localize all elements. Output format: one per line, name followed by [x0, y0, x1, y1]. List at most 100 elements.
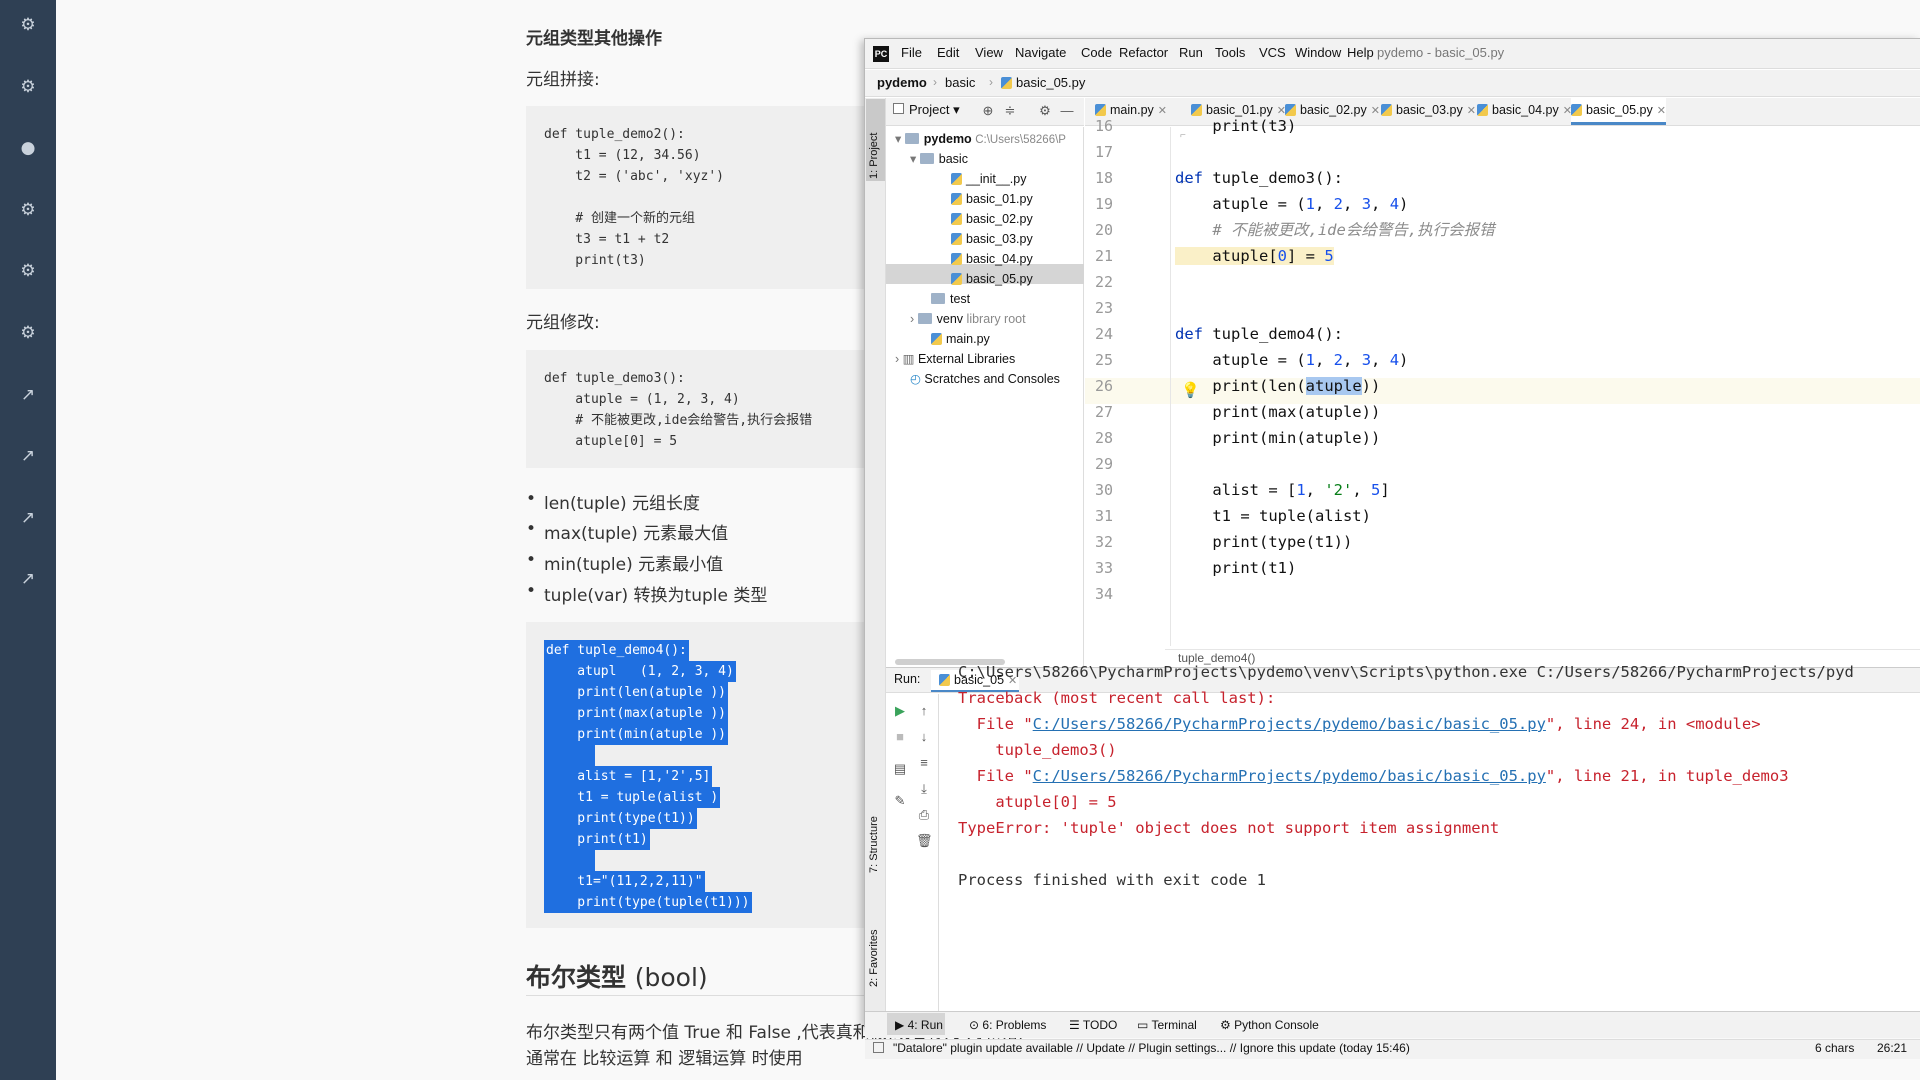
selected-code-line[interactable]: print(t1) — [544, 829, 650, 850]
tree-file-__init__-py[interactable]: __init__.py — [951, 169, 1026, 189]
selected-code-line[interactable]: print(len(atuple )) — [544, 682, 729, 703]
tab-basic_02-py[interactable]: basic_02.py ✕ — [1285, 97, 1380, 125]
line-number: 25 — [1094, 351, 1113, 369]
bottom-tab-python-console[interactable]: ⚙ Python Console — [1220, 1015, 1319, 1035]
layout-icon[interactable]: ▤ — [892, 761, 908, 777]
close-icon[interactable]: ✕ — [1467, 105, 1476, 117]
locate-icon[interactable]: ⊕ — [980, 103, 996, 119]
selected-code-line[interactable]: t1="(11,2,2,11)" — [544, 871, 705, 892]
menu-code[interactable]: Code — [1081, 42, 1112, 64]
scroll-down-icon[interactable]: ↓ — [916, 729, 932, 745]
code-line: print(t3) — [544, 253, 646, 268]
user-icon[interactable]: ● — [17, 137, 39, 159]
scroll-up-icon[interactable]: ↑ — [916, 703, 932, 719]
selected-code-line[interactable] — [544, 745, 595, 766]
menu-window[interactable]: Window — [1295, 42, 1341, 64]
tree-file-basic_04-py[interactable]: basic_04.py — [951, 249, 1033, 269]
menu-file[interactable]: File — [901, 42, 922, 64]
run-label: Run: — [894, 672, 921, 686]
bottom-tab-run[interactable]: ▶ 4: Run — [895, 1015, 943, 1035]
selected-code-line[interactable]: print(type(t1)) — [544, 808, 697, 829]
tree-external-libraries[interactable]: › ▥ External Libraries — [895, 349, 1015, 369]
status-caret-position[interactable]: 26:21 — [1877, 1041, 1907, 1055]
selected-code-line[interactable]: print(max(atuple )) — [544, 703, 729, 724]
line-number: 31 — [1094, 507, 1113, 525]
breadcrumb-file[interactable]: basic_05.py — [1001, 75, 1085, 90]
external-link-icon[interactable]: ↗ — [17, 445, 39, 467]
close-icon[interactable]: ✕ — [1371, 105, 1380, 117]
menu-refactor[interactable]: Refactor — [1119, 42, 1168, 64]
external-link-icon[interactable]: ↗ — [17, 507, 39, 529]
breadcrumb-folder[interactable]: basic — [945, 75, 975, 90]
line-number: 26 — [1094, 377, 1113, 395]
tree-folder-basic[interactable]: ▾ basic — [910, 149, 968, 169]
print-icon[interactable]: ⎙ — [916, 807, 932, 823]
external-link-icon[interactable]: ↗ — [17, 384, 39, 406]
selected-code-line[interactable]: t1 = tuple(alist ) — [544, 787, 721, 808]
gear-icon[interactable]: ⚙ — [17, 76, 39, 98]
stop-icon[interactable]: ■ — [892, 729, 908, 745]
status-message[interactable]: "Datalore" plugin update available // Up… — [893, 1041, 1410, 1055]
tree-scratches[interactable]: ◴ Scratches and Consoles — [910, 369, 1060, 389]
tree-file-basic_01-py[interactable]: basic_01.py — [951, 189, 1033, 209]
trash-icon[interactable]: 🗑 — [916, 833, 933, 849]
tree-root-pydemo[interactable]: ▾ pydemo C:\Users\58266\P — [895, 129, 1066, 149]
code-line: atuple[0] = 5 — [1175, 243, 1334, 269]
selected-identifier[interactable]: atuple — [1305, 377, 1362, 395]
tab-basic_05-py[interactable]: basic_05.py ✕ — [1571, 97, 1666, 125]
collapse-all-icon[interactable]: ≑ — [1002, 103, 1018, 119]
settings-gear-icon[interactable]: ⚙ — [1037, 103, 1053, 119]
scroll-to-end-icon[interactable]: ⤓ — [916, 781, 932, 797]
close-icon[interactable]: ✕ — [1657, 105, 1666, 117]
gear-icon[interactable]: ⚙ — [17, 322, 39, 344]
close-icon[interactable]: ✕ — [1158, 105, 1167, 117]
menu-navigate[interactable]: Navigate — [1015, 42, 1066, 64]
menu-edit[interactable]: Edit — [937, 42, 959, 64]
file-link[interactable]: C:/Users/58266/PycharmProjects/pydemo/ba… — [1033, 715, 1546, 733]
gear-icon[interactable]: ⚙ — [17, 260, 39, 282]
line-number: 29 — [1094, 455, 1113, 473]
hide-panel-icon[interactable]: — — [1059, 103, 1075, 119]
tree-file-basic_02-py[interactable]: basic_02.py — [951, 209, 1033, 229]
tree-file-basic_03-py[interactable]: basic_03.py — [951, 229, 1033, 249]
bottom-tab-terminal[interactable]: ▭ Terminal — [1137, 1015, 1197, 1035]
menu-vcs[interactable]: VCS — [1259, 42, 1286, 64]
selected-code-line[interactable]: atupl (1, 2, 3, 4) — [544, 661, 736, 682]
menu-tools[interactable]: Tools — [1215, 42, 1245, 64]
tree-file-main[interactable]: main.py — [931, 329, 990, 349]
selected-code-line[interactable] — [544, 850, 595, 871]
project-tool-label[interactable]: 1: Project — [868, 133, 880, 179]
console-frame-1-code: tuple_demo3() — [958, 741, 1117, 759]
tree-file-basic_05-py[interactable]: basic_05.py — [951, 269, 1033, 289]
tab-basic_04-py[interactable]: basic_04.py ✕ — [1477, 97, 1572, 125]
line-number: 34 — [1094, 585, 1113, 603]
structure-tool-label[interactable]: 7: Structure — [868, 816, 880, 873]
rerun-icon[interactable]: ▶ — [892, 703, 908, 719]
selected-code-line[interactable]: print(min(atuple )) — [544, 724, 729, 745]
selected-code-line[interactable]: print(type(tuple(t1))) — [544, 892, 752, 913]
favorites-tool-label[interactable]: 2: Favorites — [868, 930, 880, 987]
file-link[interactable]: C:/Users/58266/PycharmProjects/pydemo/ba… — [1033, 767, 1546, 785]
breadcrumb-project[interactable]: pydemo — [877, 75, 927, 90]
gear-icon[interactable]: ⚙ — [17, 199, 39, 221]
project-view-dropdown[interactable]: Project ▾ — [909, 102, 960, 118]
soft-wrap-icon[interactable]: ≡ — [916, 755, 932, 771]
menu-help[interactable]: Help — [1347, 42, 1374, 64]
menu-run[interactable]: Run — [1179, 42, 1203, 64]
selected-code-line[interactable]: def tuple_demo4(): — [544, 640, 689, 661]
tree-folder-venv[interactable]: › venv library root — [910, 309, 1026, 329]
selected-code-line[interactable]: alist = [1,'2',5] — [544, 766, 713, 787]
bottom-tab-todo[interactable]: ☰ TODO — [1069, 1015, 1117, 1035]
console-separator — [938, 694, 939, 1011]
tab-basic_03-py[interactable]: basic_03.py ✕ — [1381, 97, 1476, 125]
gear-icon[interactable]: ⚙ — [17, 14, 39, 36]
bottom-tab-problems[interactable]: ⊙ 6: Problems — [969, 1015, 1046, 1035]
tree-folder-test[interactable]: test — [931, 289, 970, 309]
pin-icon[interactable]: ✎ — [892, 793, 908, 809]
status-toggle-icon[interactable] — [873, 1042, 884, 1053]
external-link-icon[interactable]: ↗ — [17, 568, 39, 590]
menu-view[interactable]: View — [975, 42, 1003, 64]
code-line: def tuple_demo4(): — [1175, 325, 1343, 343]
code-line: atuple = (1, 2, 3, 4) — [1175, 351, 1409, 369]
